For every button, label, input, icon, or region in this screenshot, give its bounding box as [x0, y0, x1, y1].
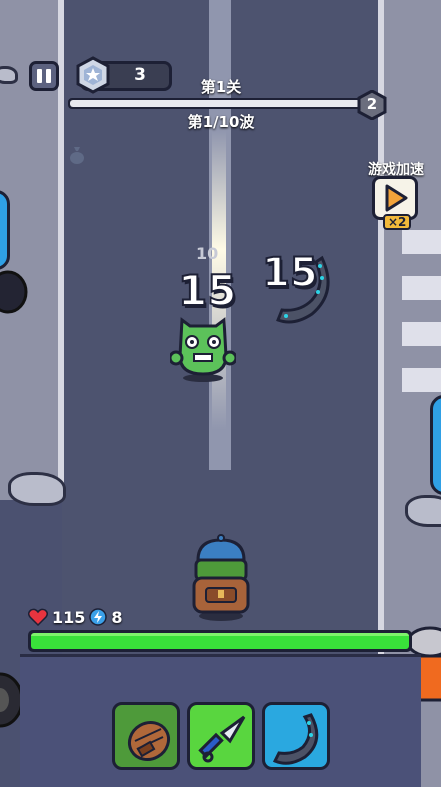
gem-count: 3 — [134, 65, 146, 85]
play-icon — [385, 184, 408, 212]
player-character — [192, 534, 250, 621]
rock — [405, 495, 441, 527]
faded-damage-number: 10 — [196, 244, 219, 263]
next-level-badge: 2 — [357, 89, 387, 121]
hp-value: 115 — [52, 607, 86, 627]
shield-value: 8 — [111, 607, 123, 627]
speed-multiplier: ×2 — [383, 214, 412, 230]
wave-progress-bar — [68, 98, 368, 109]
zombie-enemy — [170, 317, 236, 382]
game-scene: 3 第1关 2 第1/10波 游戏加速 ×2 10 15 15 115 8 — [0, 0, 441, 787]
crosswalk-stripe — [402, 368, 441, 392]
boomerang-projectile — [276, 255, 330, 324]
health-bar — [28, 630, 412, 652]
skill-slot-kunai[interactable] — [187, 702, 255, 770]
wave-progress-fill — [70, 100, 361, 107]
damage-number: 15 — [177, 265, 237, 316]
rock — [0, 66, 18, 84]
crosswalk-stripe — [402, 230, 441, 254]
money-bag-icon — [70, 147, 84, 164]
next-level-number: 2 — [366, 95, 378, 113]
skill-slot-boomerang[interactable] — [262, 702, 330, 770]
wave-counter: 第1/10波 — [187, 113, 255, 131]
rock — [8, 472, 66, 506]
trash-bin — [430, 395, 441, 495]
shield-icon — [89, 608, 108, 626]
skill-slot-backpack[interactable] — [112, 702, 180, 770]
health-bar-fill — [31, 633, 409, 649]
heart-icon — [28, 608, 48, 626]
kunai-icon — [198, 715, 246, 763]
trash-bag — [0, 270, 28, 314]
player-stats: 115 8 — [28, 606, 123, 628]
level-title: 第1关 — [200, 78, 242, 96]
pause-icon — [37, 69, 42, 83]
crosswalk-stripe — [402, 322, 441, 346]
gem-icon — [76, 56, 110, 94]
crosswalk-stripe — [402, 276, 441, 300]
pause-button[interactable] — [29, 61, 59, 91]
backpack-icon — [127, 720, 171, 762]
boomerang-icon — [272, 713, 319, 765]
